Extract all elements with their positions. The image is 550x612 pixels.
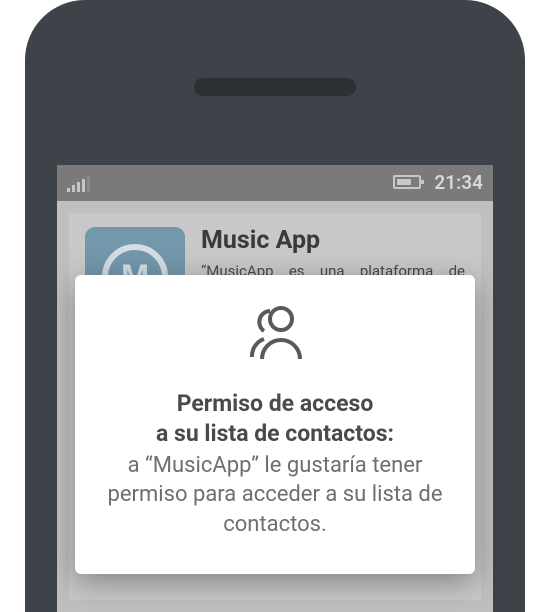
permission-dialog[interactable]: Permiso de acceso a su lista de contacto… [75, 275, 475, 574]
battery-icon [393, 175, 421, 189]
clock: 21:34 [434, 171, 483, 194]
contacts-icon [240, 301, 310, 373]
dialog-body: a “MusicApp” le gustaría tener permiso p… [107, 451, 443, 540]
signal-icon [67, 176, 90, 192]
status-bar: 21:34 [57, 165, 493, 201]
dialog-title: Permiso de acceso a su lista de contacto… [107, 389, 443, 449]
app-title: Music App [201, 227, 465, 255]
phone-speaker [194, 78, 356, 96]
